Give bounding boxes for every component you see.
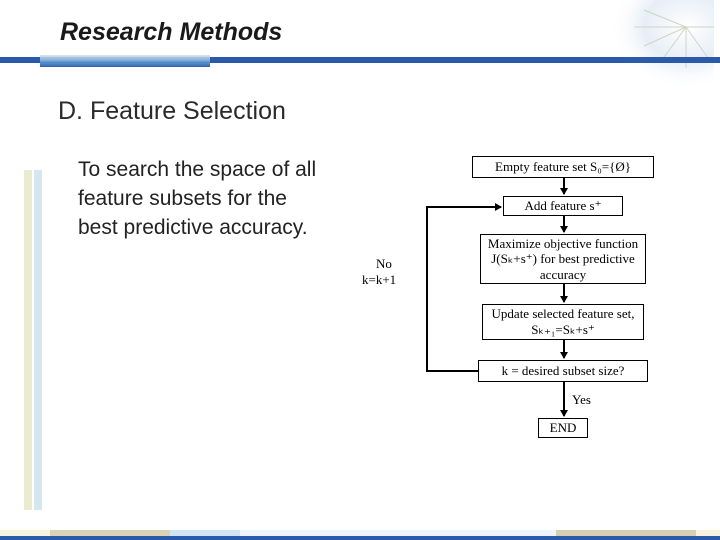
flow-arrow — [563, 340, 565, 358]
flow-arrow — [563, 178, 565, 194]
flow-box-update: Update selected feature set, Sₖ₊₁=Sₖ+s⁺ — [482, 304, 644, 340]
page-title: Research Methods — [60, 18, 720, 47]
flow-box-maximize: Maximize objective function J(Sₖ+s⁺) for… — [480, 234, 646, 284]
flow-line — [426, 370, 478, 372]
section-heading: D. Feature Selection — [58, 97, 720, 126]
flow-label-yes: Yes — [572, 392, 591, 408]
flow-box-decision: k = desired subset size? — [478, 360, 648, 382]
decorative-bottom-rule — [0, 536, 720, 540]
flow-label-no: No — [376, 256, 392, 272]
flow-box-add: Add feature s⁺ — [503, 196, 623, 216]
header-rule — [0, 57, 720, 71]
description-text: To search the space of all feature subse… — [78, 156, 330, 243]
flow-line — [426, 206, 428, 371]
flow-box-init: Empty feature set S₀={Ø} — [472, 156, 654, 178]
decorative-left-stripes — [24, 170, 46, 510]
flow-box-end: END — [538, 418, 588, 438]
flow-arrow — [563, 284, 565, 302]
flow-arrow — [426, 206, 501, 208]
flow-arrow — [563, 216, 565, 232]
flow-label-k: k=k+1 — [362, 272, 396, 288]
flow-arrow — [563, 382, 565, 416]
flowchart: Empty feature set S₀={Ø} Add feature s⁺ … — [344, 156, 699, 466]
